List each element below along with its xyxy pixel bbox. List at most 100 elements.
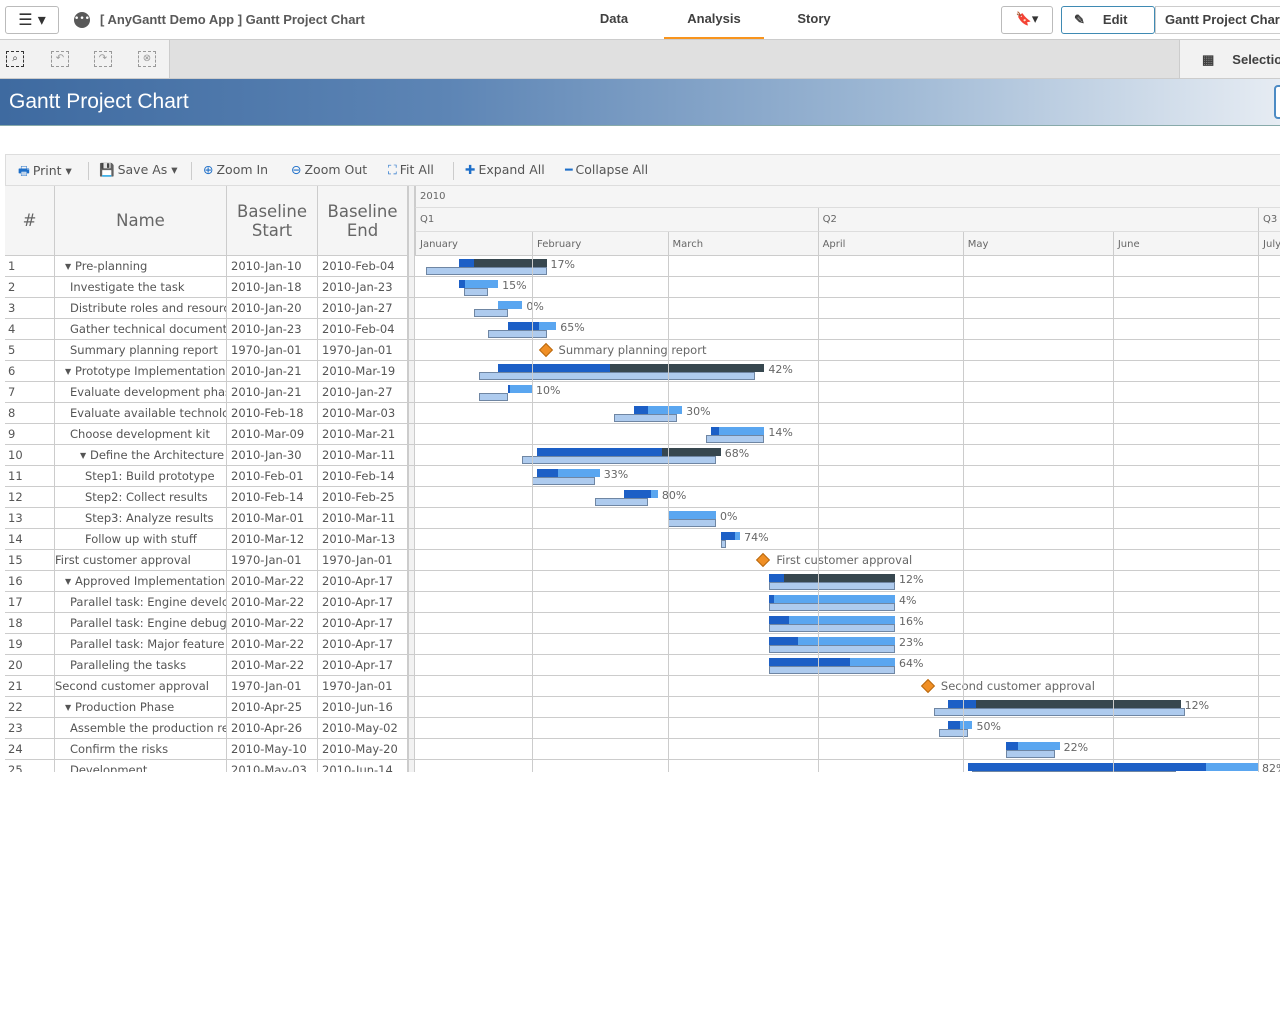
expander-icon[interactable]: ▼ [80, 445, 86, 466]
milestone-marker[interactable] [756, 552, 771, 568]
save-as-button[interactable]: 💾 Save As ▾ [99, 162, 178, 178]
row-number: 16 [5, 571, 55, 592]
lasso-search-icon[interactable]: ⌕ [6, 51, 24, 67]
month-gridline [962, 256, 964, 772]
expander-icon[interactable]: ▼ [65, 256, 71, 277]
baseline-bar [769, 645, 896, 653]
row-number: 6 [5, 361, 55, 382]
table-row[interactable]: 17 Parallel task: Engine develo 2010-Mar-2… [5, 592, 1280, 613]
tab-data[interactable]: Data [564, 0, 664, 39]
fit-all-label: Fit All [399, 162, 434, 177]
table-row[interactable]: 22 ▼ Production Phase 2010-Apr-25 2010-Jun-1… [5, 697, 1280, 718]
sheet-name[interactable]: Gantt Project Chart [1155, 6, 1280, 34]
menu-button[interactable]: ☰ ▾ [5, 6, 59, 34]
app-icon: ••• [74, 12, 90, 28]
fit-all-button[interactable]: ⛶ Fit All [388, 162, 434, 178]
task-name-label: Approved Implementation [75, 574, 226, 588]
task-bar[interactable] [507, 385, 533, 393]
step-forward-icon[interactable]: ↷ [94, 51, 112, 67]
table-row[interactable]: 21 Second customer approval 1970-Jan-01 197… [5, 676, 1280, 697]
bookmark-button[interactable]: 🔖▾ [1001, 6, 1053, 34]
expander-icon[interactable]: ▼ [65, 361, 71, 382]
row-number: 19 [5, 634, 55, 655]
task-name-label: Parallel task: Engine develo [70, 595, 227, 609]
progress-label: 17% [550, 258, 575, 271]
zoom-in-button[interactable]: ⊕ Zoom In [203, 162, 268, 177]
baseline-end: 2010-Mar-13 [318, 529, 408, 550]
table-row[interactable]: 19 Parallel task: Major feature 2010-Mar-2… [5, 634, 1280, 655]
month-gridline [1112, 256, 1114, 772]
task-name-label: Prototype Implementation [75, 364, 226, 378]
task-bar[interactable] [498, 301, 523, 309]
header-name: Name [55, 186, 227, 256]
baseline-end: 2010-Jan-23 [318, 277, 408, 298]
progress-label: 4% [899, 594, 917, 607]
table-row[interactable]: 8 Evaluate available technolo 2010-Feb-18 2… [5, 403, 1280, 424]
table-row[interactable]: 23 Assemble the production re 2010-Apr-26 2… [5, 718, 1280, 739]
table-row[interactable]: 1 ▼ Pre-planning 2010-Jan-10 2010-Feb-04 17% [5, 256, 1280, 277]
step-back-icon[interactable]: ↶ [51, 51, 69, 67]
task-name-label: Investigate the task [70, 280, 185, 294]
baseline-start: 2010-Jan-10 [227, 256, 318, 277]
task-name: Choose development kit [55, 424, 227, 445]
table-row[interactable]: 2 Investigate the task 2010-Jan-18 2010-Jan… [5, 277, 1280, 298]
baseline-start: 2010-Feb-14 [227, 487, 318, 508]
table-row[interactable]: 25 Development 2010-May-032010-Jun-14 82% [5, 760, 1280, 772]
clear-selections-icon[interactable]: ⊗ [138, 51, 156, 67]
table-row[interactable]: 4 Gather technical documentati 2010-Jan-23… [5, 319, 1280, 340]
task-name-label: Step3: Analyze results [85, 511, 214, 525]
baseline-end: 2010-Feb-14 [318, 466, 408, 487]
table-row[interactable]: 24 Confirm the risks 2010-May-10 2010-May-2… [5, 739, 1280, 760]
task-name: ▼ Prototype Implementation [55, 361, 227, 382]
table-row[interactable]: 14 Follow up with stuff 2010-Mar-12 2010-Ma… [5, 529, 1280, 550]
table-row[interactable]: 18 Parallel task: Engine debug 2010-Mar-22… [5, 613, 1280, 634]
row-number: 12 [5, 487, 55, 508]
collapse-all-button[interactable]: ━ Collapse All [565, 162, 648, 177]
table-row[interactable]: 3 Distribute roles and resourc 2010-Jan-20… [5, 298, 1280, 319]
table-row[interactable]: 9 Choose development kit 2010-Mar-09 2010-M… [5, 424, 1280, 445]
edit-button[interactable]: ✎ Edit [1061, 6, 1155, 34]
tab-story[interactable]: Story [764, 0, 864, 39]
milestone-marker[interactable] [538, 342, 553, 358]
collapse-all-label: Collapse All [575, 162, 649, 177]
task-bar[interactable] [769, 595, 896, 603]
table-row[interactable]: 20 Paralleling the tasks 2010-Mar-22 2010-A… [5, 655, 1280, 676]
tab-analysis[interactable]: Analysis [664, 0, 764, 39]
baseline-start: 2010-Mar-12 [227, 529, 318, 550]
summary-bar[interactable] [769, 574, 896, 582]
baseline-start: 2010-Mar-22 [227, 571, 318, 592]
banner-button[interactable] [1274, 85, 1280, 119]
table-row[interactable]: 13 Step3: Analyze results 2010-Mar-01 2010-… [5, 508, 1280, 529]
milestone-marker[interactable] [920, 678, 935, 694]
expander-icon[interactable]: ▼ [65, 697, 71, 718]
selections-button[interactable]: ▦ Selections [1179, 40, 1280, 78]
task-name-label: Confirm the risks [70, 742, 169, 756]
baseline-end: 2010-Jan-27 [318, 382, 408, 403]
task-name: Paralleling the tasks [55, 655, 227, 676]
table-row[interactable]: 7 Evaluate development phas 2010-Jan-21 201… [5, 382, 1280, 403]
timeline-month: February [532, 232, 668, 256]
summary-bar[interactable] [948, 700, 1181, 708]
task-name: Evaluate available technolo [55, 403, 227, 424]
task-bar[interactable] [667, 511, 716, 519]
task-name-label: Step2: Collect results [85, 490, 208, 504]
progress-bar [536, 469, 558, 477]
expander-icon[interactable]: ▼ [65, 571, 71, 592]
task-bar[interactable] [711, 427, 765, 435]
zoom-out-button[interactable]: ⊖ Zoom Out [291, 162, 367, 177]
table-row[interactable]: 6 ▼ Prototype Implementation 2010-Jan-21 201… [5, 361, 1280, 382]
table-row[interactable]: 12 Step2: Collect results 2010-Feb-14 2010-… [5, 487, 1280, 508]
baseline-bar [522, 456, 716, 464]
row-number: 17 [5, 592, 55, 613]
row-number: 2 [5, 277, 55, 298]
table-row[interactable]: 11 Step1: Build prototype 2010-Feb-01 2010-… [5, 466, 1280, 487]
month-gridline [667, 256, 669, 772]
print-button[interactable]: 🖶 Print ▾ [18, 162, 72, 183]
task-bar[interactable] [459, 280, 499, 288]
table-row[interactable]: 16 ▼ Approved Implementation 2010-Mar-22 201… [5, 571, 1280, 592]
table-row[interactable]: 15 First customer approval 1970-Jan-01 1970… [5, 550, 1280, 571]
table-row[interactable]: 10 ▼ Define the Architecture 2010-Jan-30 201… [5, 445, 1280, 466]
table-row[interactable]: 5 Summary planning report 1970-Jan-01 1970-… [5, 340, 1280, 361]
baseline-bar [1006, 750, 1055, 758]
expand-all-button[interactable]: ✚ Expand All [465, 162, 545, 177]
